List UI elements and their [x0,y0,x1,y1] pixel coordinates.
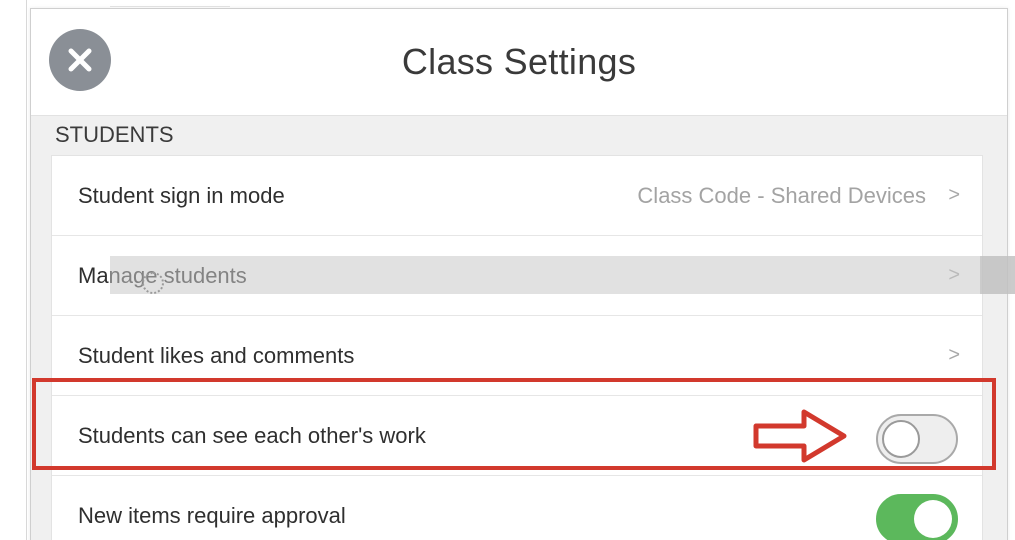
row-manage-students[interactable]: Manage students > [52,236,982,316]
see-each-others-work-toggle[interactable] [876,414,958,464]
row-value: Class Code - Shared Devices [637,182,926,208]
row-students-see-each-others-work: Students can see each other's work [52,396,982,476]
row-student-sign-in-mode[interactable]: Student sign in mode Class Code - Shared… [52,156,982,236]
class-settings-modal: Class Settings STUDENTS Student sign in … [30,8,1008,540]
students-settings-list: Student sign in mode Class Code - Shared… [51,155,983,540]
new-items-approval-toggle[interactable] [876,494,958,540]
toggle-knob [914,500,952,538]
section-label-students: STUDENTS [55,122,174,147]
modal-title: Class Settings [401,41,637,82]
row-student-likes-and-comments[interactable]: Student likes and comments > [52,316,982,396]
chevron-right-icon: > [948,184,960,206]
row-label: Student likes and comments [78,342,355,368]
chevron-right-icon: > [948,264,960,286]
toggle-knob [882,420,920,458]
background-page-fragment [110,0,230,7]
row-label: Students can see each other's work [78,422,426,448]
row-label: Student sign in mode [78,182,285,208]
screen: Class Settings STUDENTS Student sign in … [0,0,1015,540]
row-new-items-require-approval: New items require approval [52,476,982,540]
row-label: Manage students [78,262,247,288]
modal-header: Class Settings [31,9,1007,116]
background-page-edge [26,0,27,540]
chevron-right-icon: > [948,344,960,366]
row-label: New items require approval [78,502,346,528]
